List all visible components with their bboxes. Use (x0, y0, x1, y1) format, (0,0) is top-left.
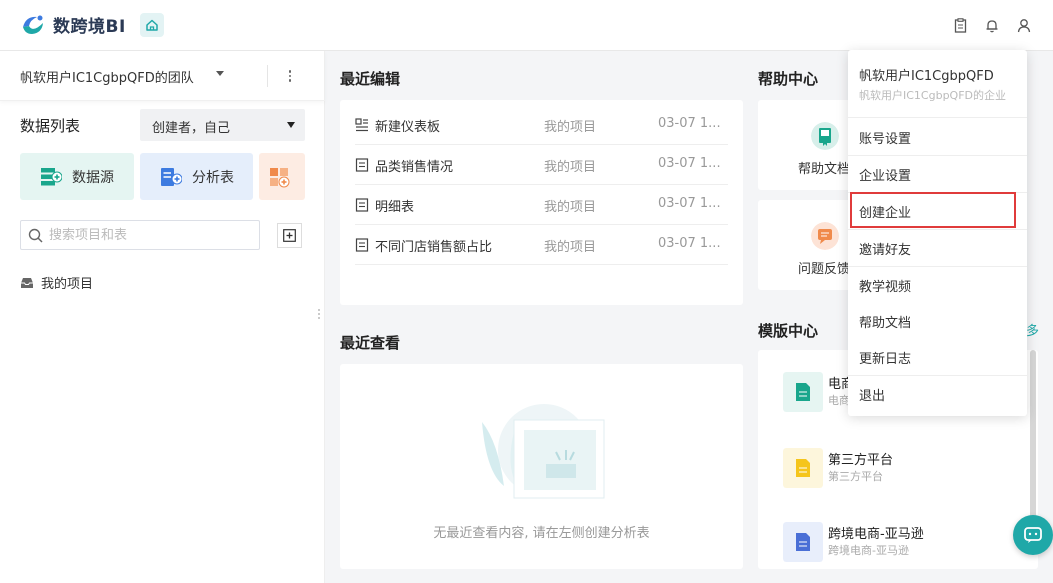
chat-float-button[interactable] (1013, 515, 1053, 555)
template-subtitle: 跨境电商-亚马逊 (828, 544, 909, 557)
item-name: 品类销售情况 (375, 160, 454, 175)
analysis-table-label: 分析表 (192, 169, 234, 186)
help-card-feedback[interactable]: 问题反馈 (758, 200, 858, 290)
menu-item-account-settings[interactable]: 账号设置 (848, 128, 1027, 147)
username: 帆软用户IC1CgbpQFD (859, 69, 994, 84)
doc-icon (355, 198, 369, 212)
creator-filter-select[interactable]: 创建者，自己 (140, 109, 305, 141)
plus-square-icon (283, 229, 296, 242)
item-name: 明细表 (375, 200, 415, 215)
more-vertical-icon[interactable] (282, 66, 298, 86)
item-date: 03-07 1... (658, 156, 721, 171)
menu-item-invite-friends[interactable]: 邀请好友 (848, 239, 1027, 258)
logo-icon (23, 15, 43, 34)
item-name: 新建仪表板 (375, 120, 441, 135)
table-row[interactable]: 品类销售情况 我的项目 03-07 1... (355, 145, 728, 185)
caret-down-icon[interactable] (216, 71, 224, 76)
menu-item-logout[interactable]: 退出 (848, 385, 1027, 404)
clipboard-icon[interactable] (951, 16, 969, 34)
sidebar-resize-handle[interactable] (318, 309, 320, 319)
help-card-label: 问题反馈 (798, 262, 851, 277)
template-subtitle: 电商 (828, 394, 850, 407)
recent-view-title: 最近查看 (340, 334, 401, 352)
caret-down-icon (287, 122, 295, 128)
menu-item-tutorial-videos[interactable]: 教学视频 (848, 276, 1027, 295)
template-name: 跨境电商-亚马逊 (828, 527, 924, 542)
recent-view-card: 无最近查看内容, 请在左侧创建分析表 (340, 364, 743, 569)
divider (848, 229, 1027, 230)
item-project: 我的项目 (544, 160, 597, 175)
table-row[interactable]: 明细表 我的项目 03-07 1... (355, 185, 728, 225)
add-data-source-button[interactable]: 数据源 (20, 153, 134, 200)
user-info: 帆软用户IC1CgbpQFD 帆软用户IC1CgbpQFD的企业 (848, 50, 1027, 118)
sidebar: 帆软用户IC1CgbpQFD的团队 数据列表 创建者，自己 数据源 分析表 搜索… (0, 51, 325, 583)
search-input[interactable] (49, 226, 249, 244)
app-logo[interactable]: 数跨境BI (20, 12, 126, 37)
home-icon (146, 19, 158, 31)
item-project: 我的项目 (544, 200, 597, 215)
empty-state-illustration (482, 404, 605, 499)
feedback-icon (811, 222, 839, 250)
brand-name: 数跨境BI (53, 17, 126, 37)
search-icon (28, 228, 43, 243)
inbox-icon (21, 277, 33, 288)
divider (267, 65, 268, 87)
data-source-icon (41, 167, 62, 185)
item-date: 03-07 1... (658, 196, 721, 211)
highlight-box (850, 192, 1016, 228)
template-doc-icon (783, 372, 823, 412)
add-dashboard-button[interactable] (259, 153, 305, 200)
recent-edit-title: 最近编辑 (340, 70, 401, 88)
divider (848, 266, 1027, 267)
dashboard-icon (355, 118, 368, 132)
top-bar: 数跨境BI (0, 0, 1053, 51)
template-center-title: 模版中心 (758, 322, 819, 340)
help-center-title: 帮助中心 (758, 70, 819, 88)
menu-item-changelog[interactable]: 更新日志 (848, 348, 1027, 367)
user-dropdown-menu: 帆软用户IC1CgbpQFD 帆软用户IC1CgbpQFD的企业 账号设置 企业… (848, 50, 1027, 416)
add-project-button[interactable] (277, 223, 302, 248)
chat-icon (1024, 527, 1042, 543)
more-templates-link[interactable]: 多 (1026, 320, 1039, 339)
table-row[interactable]: 不同门店销售额占比 我的项目 03-07 1... (355, 225, 728, 265)
team-switcher[interactable]: 帆软用户IC1CgbpQFD的团队 (0, 51, 325, 101)
search-box (20, 220, 260, 250)
bell-icon[interactable] (983, 16, 1001, 34)
user-enterprise: 帆软用户IC1CgbpQFD的企业 (859, 89, 1007, 102)
item-name: 不同门店销售额占比 (375, 240, 493, 255)
template-doc-icon (783, 522, 823, 562)
template-subtitle: 第三方平台 (828, 470, 883, 483)
template-doc-icon (783, 448, 823, 488)
menu-item-help-docs[interactable]: 帮助文档 (848, 312, 1027, 331)
table-row[interactable]: 新建仪表板 我的项目 03-07 1... (355, 105, 728, 145)
item-project: 我的项目 (544, 120, 597, 135)
help-card-docs[interactable]: 帮助文档 (758, 100, 858, 190)
help-card-label: 帮助文档 (798, 162, 851, 177)
doc-icon (355, 158, 369, 172)
add-analysis-table-button[interactable]: 分析表 (140, 153, 253, 200)
recent-edit-card: 新建仪表板 我的项目 03-07 1... 品类销售情况 我的项目 03-07 … (340, 100, 743, 305)
data-list-title: 数据列表 (20, 117, 81, 135)
scrollbar[interactable] (1030, 350, 1036, 520)
divider (848, 375, 1027, 376)
team-name: 帆软用户IC1CgbpQFD的团队 (20, 71, 194, 86)
home-button[interactable] (140, 13, 164, 37)
project-item-my-project[interactable]: 我的项目 (20, 273, 93, 292)
item-project: 我的项目 (544, 240, 597, 255)
menu-item-enterprise-settings[interactable]: 企业设置 (848, 165, 1027, 184)
data-source-label: 数据源 (72, 169, 114, 186)
dashboard-add-icon (270, 167, 290, 187)
book-icon (811, 122, 839, 150)
doc-icon (355, 238, 369, 252)
project-name: 我的项目 (41, 277, 94, 292)
creator-filter-value: 创建者，自己 (152, 121, 231, 136)
divider (848, 155, 1027, 156)
analysis-table-icon (161, 167, 182, 186)
user-icon[interactable] (1015, 16, 1033, 34)
template-name: 第三方平台 (828, 453, 894, 468)
item-date: 03-07 1... (658, 236, 721, 251)
item-date: 03-07 1... (658, 116, 721, 131)
empty-state-text: 无最近查看内容, 请在左侧创建分析表 (433, 526, 650, 541)
